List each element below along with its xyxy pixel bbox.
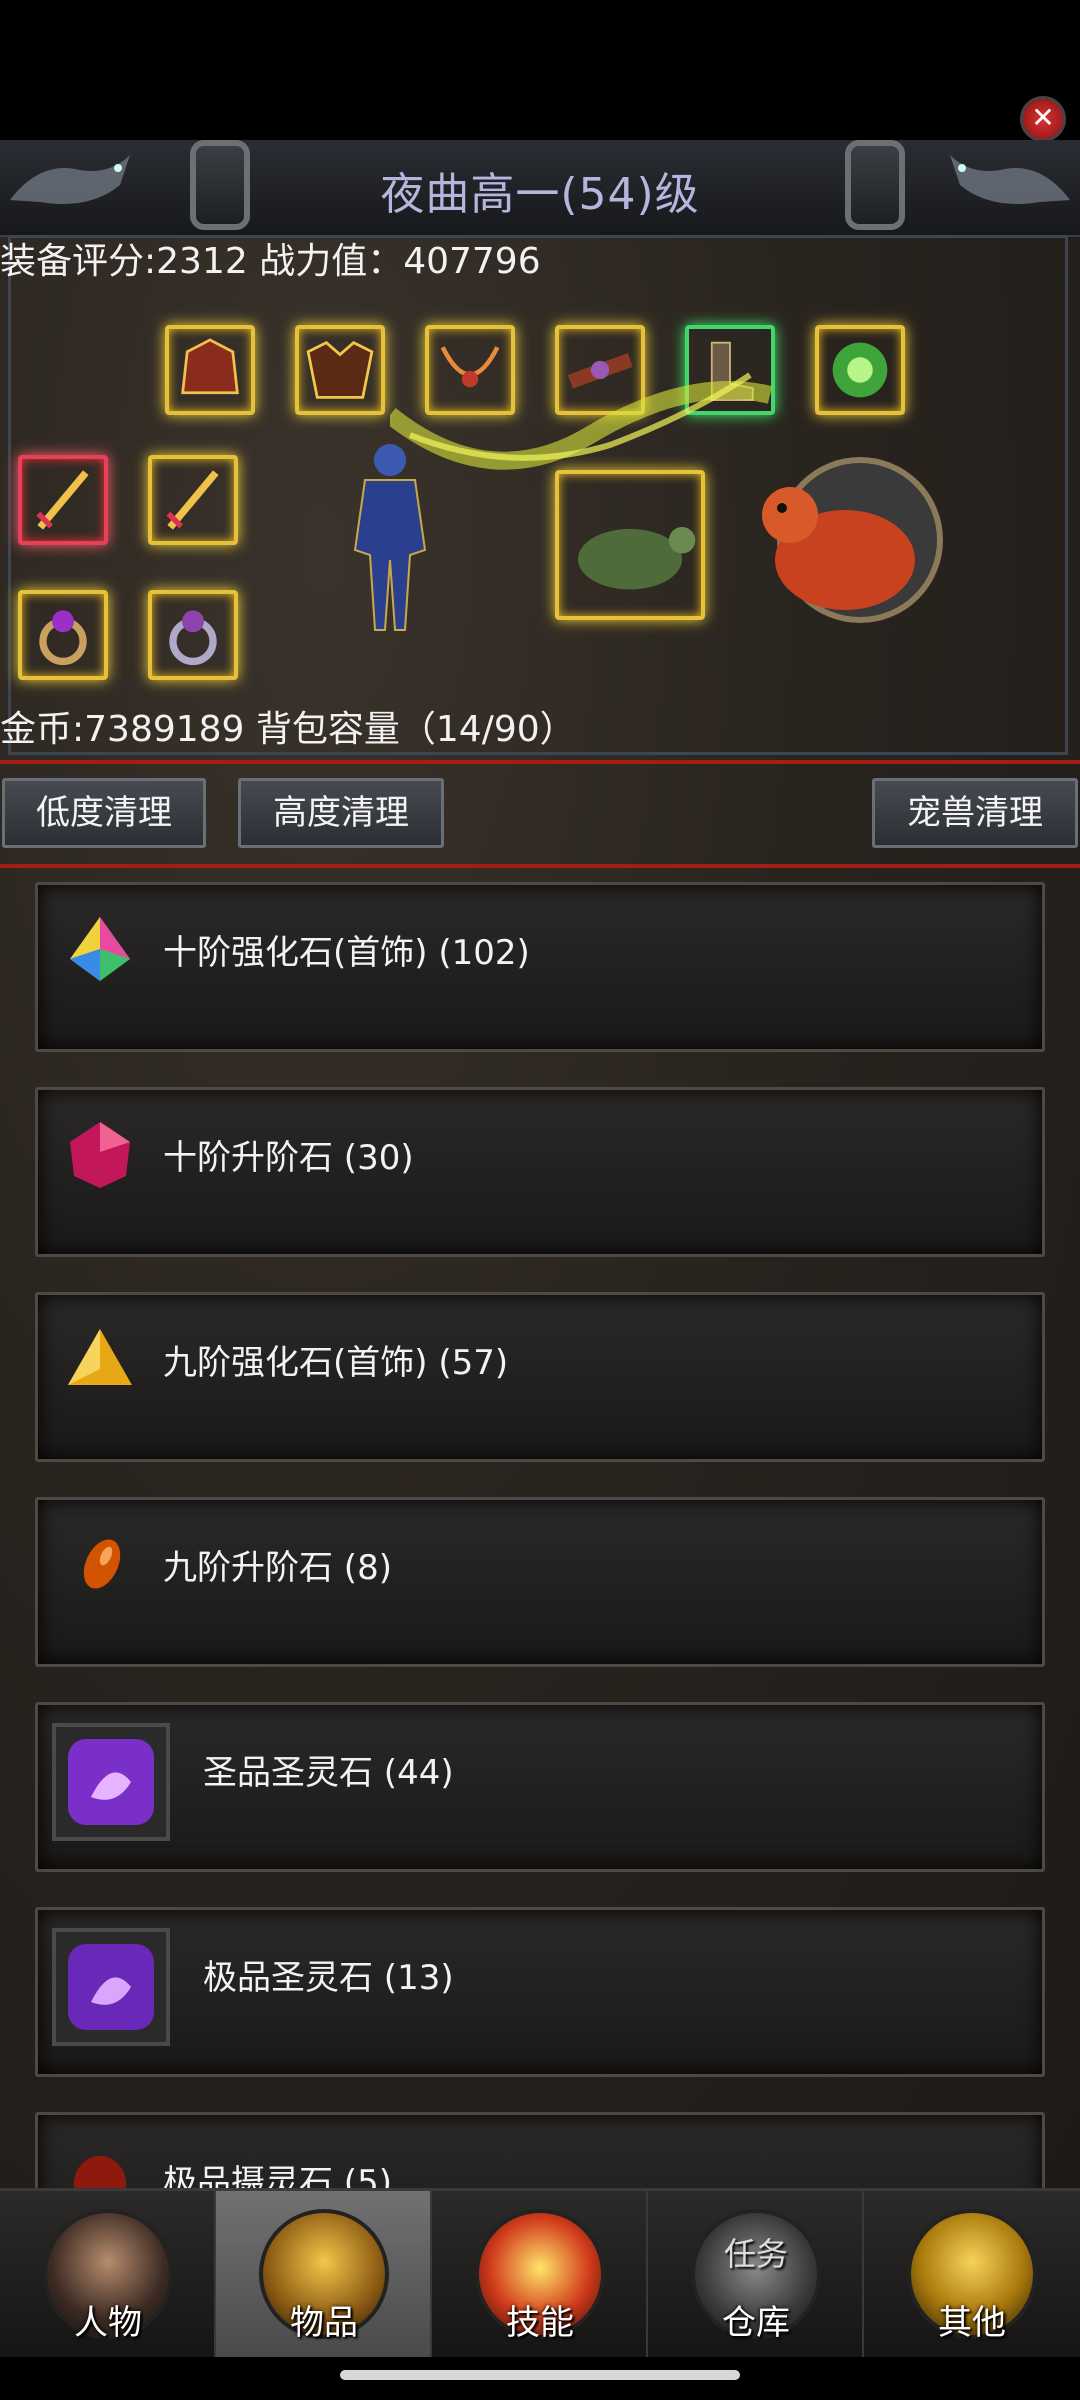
ring-icon [39,610,87,666]
tab-label: 技能 [506,2303,574,2343]
equip-slot-armor[interactable] [295,325,385,415]
yellow-gem-icon [68,1329,132,1385]
equip-score-line: 装备评分:2312 战力值：407796 [0,241,541,282]
bottom-nav: 人物 物品 技能 任务 仓库 其他 [0,2188,1080,2357]
list-item[interactable]: 九阶升阶石 (8) [35,1497,1045,1667]
quest-overlay-text: 任务 [723,2235,788,2273]
item-name: 极品摄灵石 (5) [163,2163,392,2190]
high-clean-button[interactable]: 高度清理 [238,778,444,848]
armor-icon [306,341,374,399]
equip-slot-ring-right[interactable] [148,590,238,680]
item-name: 圣品圣灵石 (44) [203,1753,454,1793]
item-icon-frame [52,1928,170,2046]
turtle-mount-icon [762,457,943,623]
tab-label: 物品 [290,2303,358,2343]
pet-slot[interactable] [555,470,705,620]
close-button[interactable]: ✕ [1020,96,1066,142]
equip-slot-weapon-left[interactable] [18,455,108,545]
list-item[interactable]: 圣品圣灵石 (44) [35,1702,1045,1872]
list-item[interactable]: 十阶升阶石 (30) [35,1087,1045,1257]
green-orb-icon [832,342,888,398]
tab-items[interactable]: 物品 [216,2191,432,2357]
tab-label: 其他 [938,2303,1006,2343]
sword-icon [36,470,89,530]
pink-gem-icon [70,1122,130,1188]
gold-and-capacity: 金币:7389189 背包容量（14/90） [0,709,576,750]
tab-other[interactable]: 其他 [864,2191,1080,2357]
tab-character[interactable]: 人物 [0,2191,216,2357]
item-name: 十阶升阶石 (30) [163,1138,414,1178]
home-indicator[interactable] [340,2370,740,2380]
equip-slot-helmet[interactable] [165,325,255,415]
item-name: 九阶升阶石 (8) [163,1548,392,1588]
list-item[interactable]: 极品摄灵石 (5) [35,2112,1045,2190]
red-gem-icon [74,2156,126,2190]
tab-skills[interactable]: 技能 [432,2191,648,2357]
purple-crystal-icon [68,1944,154,2030]
equip-slot-weapon-right[interactable] [148,455,238,545]
list-item[interactable]: 九阶强化石(首饰) (57) [35,1292,1045,1462]
cleanup-toolbar: 低度清理 高度清理 宠兽清理 [0,762,1080,862]
equip-slot-ring-left[interactable] [18,590,108,680]
purple-crystal-icon [68,1739,154,1825]
tab-label: 人物 [74,2303,142,2343]
low-clean-button[interactable]: 低度清理 [2,778,206,848]
item-icon-frame [52,1723,170,1841]
item-name: 九阶强化石(首饰) (57) [163,1343,509,1383]
page-title: 夜曲高一(54)级 [380,169,700,220]
helmet-icon [181,338,239,395]
list-item[interactable]: 十阶强化石(首饰) (102) [35,882,1045,1052]
pet-clean-button[interactable]: 宠兽清理 [872,778,1078,848]
divider-bottom [0,864,1080,868]
equip-slot-orb[interactable] [815,325,905,415]
item-name: 极品圣灵石 (13) [203,1958,454,1998]
item-list: 十阶强化石(首饰) (102) 十阶升阶石 (30) 九阶强化石(首饰) (57… [0,870,1080,2190]
ring-icon [169,610,217,666]
tab-label: 仓库 [722,2303,790,2343]
orange-gem-icon [83,1539,121,1589]
rainbow-gem-icon [70,917,130,981]
list-item[interactable]: 极品圣灵石 (13) [35,1907,1045,2077]
sword-icon [166,470,219,530]
item-name: 十阶强化石(首饰) (102) [163,933,530,973]
tab-warehouse[interactable]: 任务 仓库 [648,2191,864,2357]
turtle-pet-icon [577,527,696,590]
